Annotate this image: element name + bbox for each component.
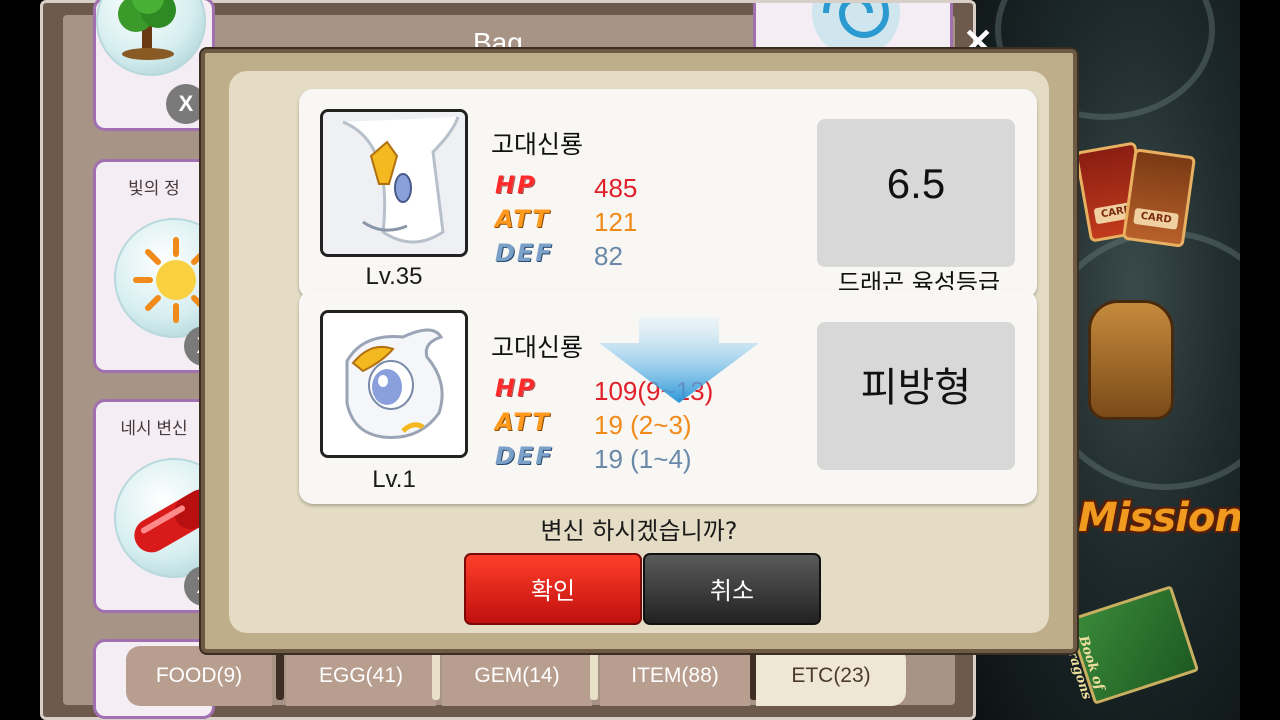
att-value: 121 (594, 207, 638, 237)
tab-item[interactable]: ITEM(88) (600, 646, 750, 706)
item-label: 빛의 정 (128, 179, 180, 198)
dragon-portrait (320, 310, 468, 458)
att-value: 19 (2~3) (594, 410, 692, 440)
dragon-portrait (320, 109, 468, 257)
category-tabs: FOOD(9) EGG(41) GEM(14) ITEM(88) ETC(23) (126, 646, 906, 706)
hp-label: HP (495, 171, 537, 199)
att-label: ATT (495, 408, 551, 436)
grade-value: 6.5 (886, 160, 946, 207)
tab-divider (432, 650, 440, 700)
dragon-level: Lv.35 (365, 263, 423, 290)
mission-button[interactable]: Mission (1078, 495, 1243, 541)
def-label: DEF (495, 239, 554, 267)
adult-dragon-icon (323, 112, 465, 254)
tab-divider (590, 650, 598, 700)
cancel-button[interactable]: 취소 (643, 553, 821, 625)
dragon-name: 고대신룡 (491, 130, 584, 159)
def-value: 82 (594, 241, 623, 271)
current-dragon-panel: Lv.35 고대신룡 HP 485 ATT 121 DEF 82 6.5 드래곤… (299, 89, 1037, 299)
def-label: DEF (495, 442, 554, 470)
tab-food[interactable]: FOOD(9) (126, 646, 272, 706)
letterbox-left (0, 0, 40, 720)
type-value: 피방형 (860, 365, 972, 411)
card-icon: CARD (1121, 148, 1197, 248)
confirm-question: 변신 하시겠습니까? (540, 517, 738, 545)
item-card[interactable]: X (93, 0, 215, 131)
def-value: 19 (1~4) (594, 444, 692, 474)
dragon-name: 고대신룡 (491, 333, 584, 362)
tab-divider (276, 650, 284, 700)
tab-egg[interactable]: EGG(41) (286, 646, 436, 706)
baby-dragon-icon (323, 313, 465, 455)
hp-value: 485 (594, 173, 638, 203)
item-label: 네시 변신 (120, 419, 188, 438)
tab-gem[interactable]: GEM(14) (442, 646, 592, 706)
dragon-level: Lv.1 (372, 466, 416, 493)
arrow-down-icon (599, 317, 759, 403)
grade-box: 6.5 (817, 119, 1015, 267)
confirm-button[interactable]: 확인 (464, 553, 642, 625)
hp-label: HP (495, 374, 537, 402)
card-label: CARD (1133, 207, 1179, 230)
transform-dialog: Lv.35 고대신룡 HP 485 ATT 121 DEF 82 6.5 드래곤… (201, 49, 1077, 653)
remove-badge[interactable]: X (166, 84, 206, 124)
item-card[interactable]: 빛의 정 X (93, 159, 234, 373)
backpack-icon[interactable] (1088, 300, 1174, 420)
tab-etc[interactable]: ETC(23) (756, 646, 906, 706)
dialog-body: Lv.35 고대신룡 HP 485 ATT 121 DEF 82 6.5 드래곤… (229, 71, 1049, 633)
type-box: 피방형 (817, 322, 1015, 470)
tree-icon (118, 0, 176, 60)
att-label: ATT (495, 205, 551, 233)
item-orb (96, 0, 206, 76)
game-scene: CARD CARD Mission Book of Dragons X 빛의 정… (0, 0, 1280, 720)
item-card[interactable]: 네시 변신 X (93, 399, 234, 613)
letterbox-right (1240, 0, 1280, 720)
